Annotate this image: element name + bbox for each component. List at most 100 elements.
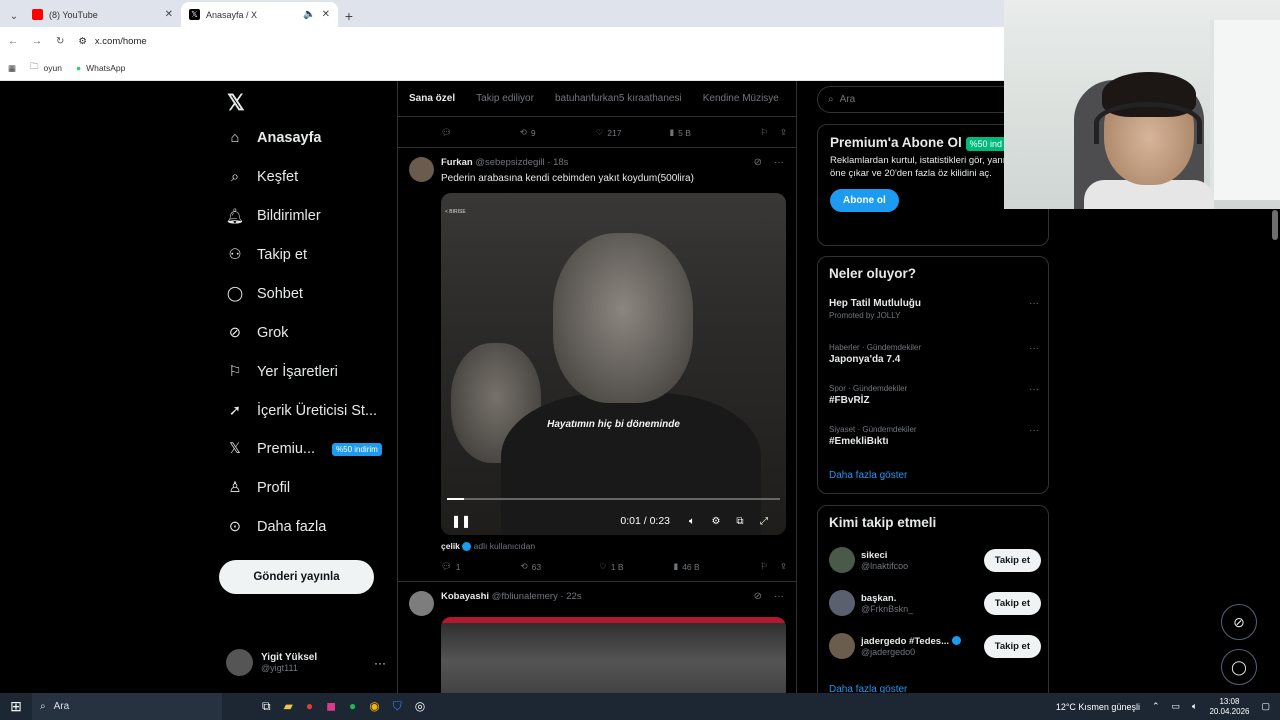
nav-more[interactable]: ⊙ Daha fazla: [226, 515, 326, 539]
nav-bookmarks[interactable]: ⚐ Yer İşaretleri: [226, 360, 338, 384]
attribution-name[interactable]: çelik: [441, 541, 460, 551]
volume-icon[interactable]: 🔈︎: [1192, 701, 1197, 712]
shield-icon[interactable]: ⛉: [393, 699, 402, 714]
suggested-user[interactable]: sikeci @lnaktifcoo Takip et: [829, 544, 1041, 576]
retweet-button[interactable]: ⟲ 9: [520, 127, 536, 138]
like-button[interactable]: ♡ 217: [596, 127, 622, 138]
close-tab-icon[interactable]: ✕: [165, 9, 173, 20]
tab-x[interactable]: 𝕏 Anasayfa / X 🔈 ✕: [181, 2, 338, 27]
taskbar-search[interactable]: ⌕ Ara: [32, 693, 222, 720]
grok-icon[interactable]: ⊘: [754, 591, 762, 602]
reply-button[interactable]: 💬︎ 1: [441, 561, 461, 572]
trend-item[interactable]: Haberler · Gündemdekiler Japonya'da 7.4 …: [829, 343, 1039, 365]
avatar[interactable]: [409, 591, 434, 616]
video-attribution[interactable]: çelik adlı kullanıcıdan: [441, 541, 535, 552]
more-icon[interactable]: ···: [1029, 298, 1039, 309]
subscribe-button[interactable]: Abone ol: [830, 189, 899, 212]
views-button[interactable]: ▮ 5 B: [669, 127, 690, 138]
tweet[interactable]: Kobayashi @fbliunalemery · 22s ⊘ ···: [398, 585, 796, 693]
search-input[interactable]: ⌕ Ara: [817, 86, 1017, 113]
nav-home[interactable]: ⌂ Anasayfa: [226, 126, 322, 150]
x-logo-icon[interactable]: 𝕏: [227, 90, 245, 116]
avatar[interactable]: [829, 547, 855, 573]
more-icon[interactable]: ···: [774, 591, 784, 602]
notifications-icon[interactable]: ▢: [1261, 701, 1270, 712]
more-icon[interactable]: ···: [1029, 343, 1039, 354]
show-more-link[interactable]: Daha fazla göster: [829, 470, 907, 481]
nav-explore[interactable]: ⌕ Keşfet: [226, 165, 298, 189]
trend-item[interactable]: Spor · Gündemdekiler #FBvRİZ ···: [829, 384, 1039, 406]
address-bar[interactable]: ⚙ x.com/home: [78, 36, 146, 47]
chrome-icon[interactable]: ◉: [369, 699, 379, 714]
trend-item[interactable]: Hep Tatil Mutluluğu Promoted by JOLLY ··…: [829, 298, 1039, 320]
reload-icon[interactable]: ↻: [56, 36, 64, 47]
avatar[interactable]: [409, 157, 434, 182]
more-icon[interactable]: ···: [774, 157, 784, 168]
more-icon[interactable]: ···: [374, 656, 386, 670]
trend-item[interactable]: Siyaset · Gündemdekiler #EmekliBıktı ···: [829, 425, 1039, 447]
tab-following[interactable]: Takip ediliyor: [476, 93, 534, 104]
messages-fab[interactable]: ◯: [1221, 649, 1257, 685]
bookmark-whatsapp[interactable]: ● WhatsApp: [76, 63, 125, 73]
avatar[interactable]: [829, 633, 855, 659]
tab-youtube[interactable]: (8) YouTube ✕: [24, 2, 181, 27]
video-player[interactable]: [441, 617, 786, 693]
instagram-icon[interactable]: ◼: [326, 699, 336, 714]
more-icon[interactable]: ···: [1029, 425, 1039, 436]
account-switcher[interactable]: Yigit Yüksel @yigt111 ···: [226, 649, 386, 676]
tab-list[interactable]: batuhanfurkan5 kıraathanesi: [555, 93, 682, 104]
tab-search-dropdown[interactable]: ⌄: [4, 5, 24, 27]
settings-icon[interactable]: ⚙: [704, 516, 728, 527]
file-explorer-icon[interactable]: ▰: [284, 699, 293, 714]
share-icon[interactable]: ⇪: [780, 561, 787, 572]
task-view-icon[interactable]: ⧉: [262, 699, 271, 714]
nav-grok[interactable]: ⊘ Grok: [226, 321, 289, 345]
url-text[interactable]: x.com/home: [95, 36, 147, 47]
views-button[interactable]: ▮ 46 B: [674, 561, 700, 572]
nav-follow[interactable]: ⚇ Takip et: [226, 243, 307, 267]
bookmark-icon[interactable]: ⚐: [760, 561, 768, 572]
post-button[interactable]: Gönderi yayınla: [219, 560, 374, 594]
scrollbar[interactable]: [1272, 210, 1278, 240]
like-button[interactable]: ♡ 1 B: [599, 561, 623, 572]
nav-chat[interactable]: ◯ Sohbet: [226, 282, 303, 306]
grok-icon[interactable]: ⊘: [754, 157, 762, 168]
fullscreen-icon[interactable]: ⤢: [752, 516, 776, 527]
weather-widget[interactable]: 12°C Kısmen güneşli: [1056, 702, 1140, 712]
suggested-user[interactable]: jadergedo #Tedes... @jadergedo0 Takip et: [829, 630, 1041, 662]
author-name[interactable]: Kobayashi: [441, 591, 489, 602]
dock-icon[interactable]: ⧉: [728, 516, 752, 527]
close-tab-icon[interactable]: ✕: [322, 9, 330, 20]
nav-notifications[interactable]: 🔔︎ Bildirimler: [226, 204, 321, 228]
more-icon[interactable]: ···: [1029, 384, 1039, 395]
nav-creator-studio[interactable]: ➚ İçerik Üreticisi St...: [226, 399, 377, 423]
obs-icon[interactable]: ◎: [415, 699, 425, 714]
author-handle[interactable]: @fbliunalemery · 22s: [492, 591, 582, 602]
reply-icon[interactable]: 💬︎: [441, 127, 452, 138]
author-name[interactable]: Furkan: [441, 157, 473, 168]
forward-icon[interactable]: →: [32, 36, 42, 47]
grok-fab[interactable]: ⊘: [1221, 604, 1257, 640]
network-icon[interactable]: ▭: [1172, 701, 1181, 712]
follow-button[interactable]: Takip et: [983, 548, 1041, 572]
apps-icon[interactable]: ▦: [8, 63, 16, 74]
video-progress[interactable]: [447, 498, 780, 500]
follow-button[interactable]: Takip et: [983, 591, 1041, 615]
volume-icon[interactable]: 🔈︎: [680, 516, 704, 527]
share-icon[interactable]: ⇪: [780, 127, 787, 138]
spotify-icon[interactable]: ●: [349, 699, 356, 714]
tab-list[interactable]: Kendine Müzisye: [703, 93, 779, 104]
tab-for-you[interactable]: Sana özel: [409, 93, 455, 104]
mute-tab-icon[interactable]: 🔈: [303, 9, 315, 20]
follow-button[interactable]: Takip et: [983, 634, 1041, 658]
author-handle[interactable]: @sebepsizdegill · 18s: [475, 157, 568, 168]
bookmark-oyun[interactable]: 🗀 oyun: [30, 61, 62, 75]
clock[interactable]: 13:08 20.04.2026: [1209, 697, 1249, 717]
new-tab-button[interactable]: +: [338, 5, 360, 27]
windows-start-icon[interactable]: ⊞: [0, 698, 32, 715]
media-player-icon[interactable]: ●: [306, 699, 313, 714]
tray-chevron-icon[interactable]: ⌃: [1152, 701, 1160, 712]
back-icon[interactable]: ←: [8, 36, 18, 47]
site-info-icon[interactable]: ⚙: [78, 36, 87, 47]
suggested-user[interactable]: başkan. @FrknBskn_ Takip et: [829, 587, 1041, 619]
